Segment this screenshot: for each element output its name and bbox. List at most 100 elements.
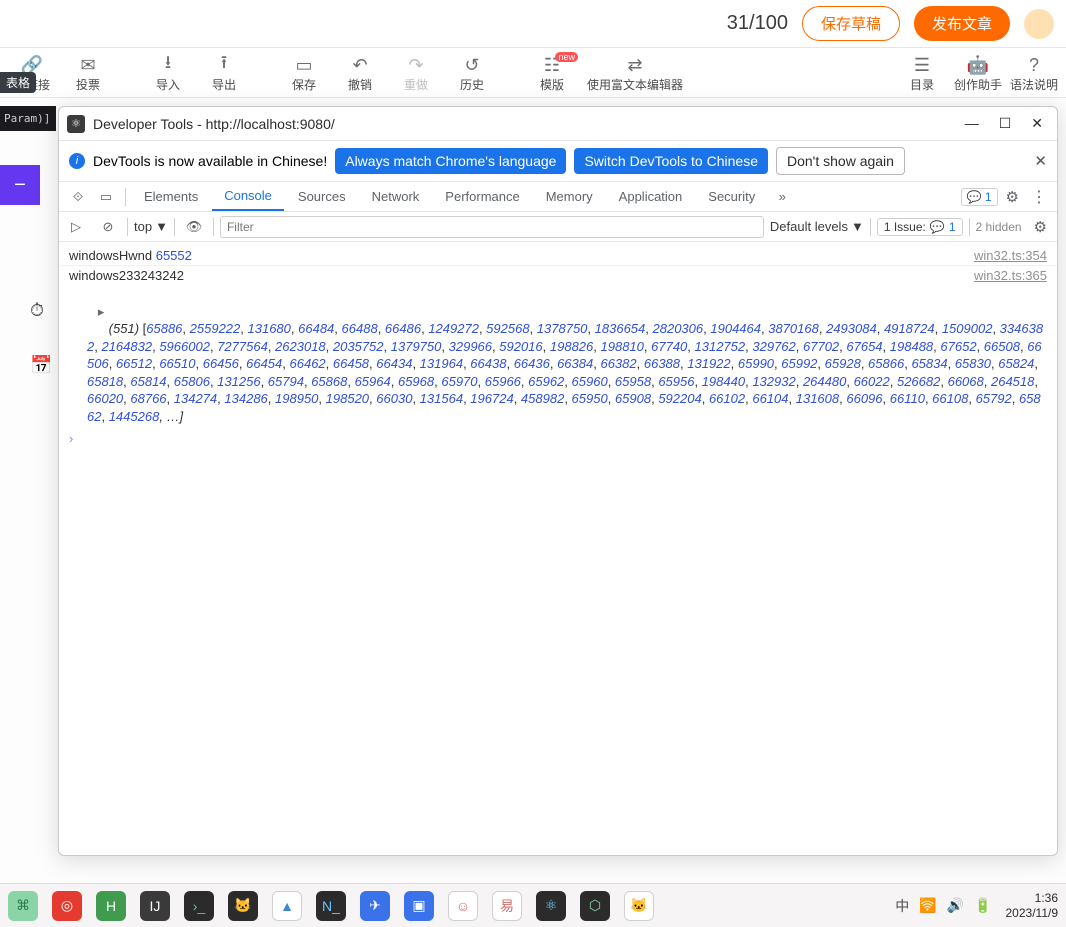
- devtools-window: ⚛ Developer Tools - http://localhost:908…: [58, 106, 1058, 856]
- device-toggle-icon[interactable]: ▭: [93, 184, 119, 210]
- settings-gear-icon[interactable]: ⚙: [1000, 188, 1025, 206]
- console-output[interactable]: windowsHwnd 65552 win32.ts:354 windows23…: [59, 242, 1057, 855]
- console-log-line[interactable]: windowsHwnd 65552 win32.ts:354: [59, 246, 1057, 266]
- window-titlebar[interactable]: ⚛ Developer Tools - http://localhost:908…: [59, 107, 1057, 141]
- system-tray[interactable]: 中 🛜 🔊 🔋: [895, 896, 991, 916]
- issues-label: 1 Issue:: [884, 220, 926, 234]
- publish-button[interactable]: 发布文章: [914, 6, 1010, 41]
- messages-badge[interactable]: 💬 1: [961, 188, 998, 206]
- live-expression-icon[interactable]: 👁: [181, 214, 207, 240]
- log-value: 65552: [156, 248, 192, 263]
- tool-syntax[interactable]: ?语法说明: [1006, 54, 1062, 93]
- battery-icon[interactable]: 🔋: [974, 897, 991, 914]
- expand-caret-icon[interactable]: ▸: [116, 303, 126, 321]
- tab-network[interactable]: Network: [360, 182, 432, 211]
- tab-security[interactable]: Security: [696, 182, 767, 211]
- clock-icon[interactable]: ⏱: [30, 300, 52, 321]
- console-sidebar-toggle-icon[interactable]: ▷: [63, 214, 89, 240]
- save-draft-button[interactable]: 保存草稿: [802, 6, 900, 41]
- save-icon: ▭: [295, 54, 312, 76]
- tool-rich-editor[interactable]: ⇄使用富文本编辑器: [580, 54, 690, 93]
- task-app[interactable]: 易: [492, 891, 522, 921]
- log-levels-selector[interactable]: Default levels ▼: [770, 219, 864, 234]
- close-button[interactable]: ✕: [1031, 115, 1043, 132]
- tool-label: 投票: [76, 76, 100, 93]
- taskbar[interactable]: ⌘ ◎ H IJ ›_ 🐱 ▲ N_ ✈ ▣ ☺ 易 ⚛ ⬡ 🐱 中 🛜 🔊 🔋…: [0, 883, 1066, 927]
- switch-to-chinese-button[interactable]: Switch DevTools to Chinese: [574, 148, 768, 174]
- tab-performance[interactable]: Performance: [433, 182, 531, 211]
- tool-vote[interactable]: ✉投票: [60, 54, 116, 93]
- tool-label: 语法说明: [1010, 76, 1058, 93]
- more-tabs-icon[interactable]: »: [769, 184, 795, 210]
- console-settings-gear-icon[interactable]: ⚙: [1028, 218, 1053, 236]
- task-app[interactable]: 🐱: [624, 891, 654, 921]
- tool-import[interactable]: ⭳导入: [140, 54, 196, 93]
- tool-label: 重做: [404, 76, 428, 93]
- always-match-language-button[interactable]: Always match Chrome's language: [335, 148, 566, 174]
- toc-icon: ☰: [914, 54, 930, 76]
- task-app[interactable]: H: [96, 891, 126, 921]
- tool-label: 目录: [910, 76, 934, 93]
- code-snippet: Param)]: [0, 106, 56, 131]
- source-link[interactable]: win32.ts:354: [964, 248, 1047, 263]
- task-app[interactable]: ▲: [272, 891, 302, 921]
- console-prompt[interactable]: ›: [59, 427, 1057, 450]
- task-app[interactable]: 🐱: [228, 891, 258, 921]
- console-filter-input[interactable]: [220, 216, 764, 238]
- more-menu-icon[interactable]: ⋮: [1027, 187, 1051, 207]
- avatar[interactable]: [1024, 9, 1054, 39]
- side-icon-column: ⏱ 📅: [30, 300, 52, 376]
- minimize-button[interactable]: —: [965, 115, 979, 132]
- swap-icon: ⇄: [627, 54, 642, 76]
- task-app[interactable]: ⚛: [536, 891, 566, 921]
- tool-label: 撤销: [348, 76, 372, 93]
- clock[interactable]: 1:36 2023/11/9: [1006, 891, 1059, 920]
- close-infobar-icon[interactable]: ✕: [1034, 152, 1047, 170]
- calendar-icon[interactable]: 📅: [30, 355, 52, 376]
- editor-topbar: 31/100 保存草稿 发布文章: [0, 0, 1066, 48]
- task-app[interactable]: ✈: [360, 891, 390, 921]
- task-app[interactable]: ›_: [184, 891, 214, 921]
- task-app[interactable]: N_: [316, 891, 346, 921]
- tool-label: 模版: [540, 76, 564, 93]
- task-app[interactable]: ☺: [448, 891, 478, 921]
- export-icon: ⭱: [221, 54, 227, 76]
- ime-indicator[interactable]: 中: [895, 896, 909, 916]
- source-link[interactable]: win32.ts:365: [964, 268, 1047, 283]
- tool-save[interactable]: ▭保存: [276, 54, 332, 93]
- dont-show-again-button[interactable]: Don't show again: [776, 147, 905, 175]
- tool-label: 保存: [292, 76, 316, 93]
- tab-console[interactable]: Console: [212, 182, 284, 211]
- task-app[interactable]: ◎: [52, 891, 82, 921]
- tool-toc[interactable]: ☰目录: [894, 54, 950, 93]
- collapse-minus-button[interactable]: −: [0, 165, 40, 205]
- inspect-element-icon[interactable]: ⟐: [65, 184, 91, 210]
- tab-sources[interactable]: Sources: [286, 182, 358, 211]
- maximize-button[interactable]: ☐: [999, 115, 1012, 132]
- tab-memory[interactable]: Memory: [534, 182, 605, 211]
- clear-console-icon[interactable]: ⊘: [95, 214, 121, 240]
- volume-icon[interactable]: 🔊: [947, 897, 964, 914]
- task-app[interactable]: ⬡: [580, 891, 610, 921]
- task-app[interactable]: ⌘: [8, 891, 38, 921]
- wifi-icon[interactable]: 🛜: [919, 897, 936, 914]
- console-array-expansion[interactable]: ▸ (551) [65886, 2559222, 131680, 66484, …: [59, 285, 1057, 427]
- tool-label: 历史: [460, 76, 484, 93]
- issues-button[interactable]: 1 Issue: 💬 1: [877, 218, 963, 236]
- task-app[interactable]: IJ: [140, 891, 170, 921]
- hidden-count[interactable]: 2 hidden: [976, 220, 1022, 234]
- table-tag[interactable]: 表格: [0, 72, 36, 93]
- tool-undo[interactable]: ↶撤销: [332, 54, 388, 93]
- tool-template[interactable]: new☷模版: [524, 54, 580, 93]
- execution-context-selector[interactable]: top ▼: [134, 219, 168, 234]
- tool-export[interactable]: ⭱导出: [196, 54, 252, 93]
- tool-redo[interactable]: ↷重做: [388, 54, 444, 93]
- tab-application[interactable]: Application: [607, 182, 695, 211]
- task-app[interactable]: ▣: [404, 891, 434, 921]
- tool-assistant[interactable]: 🤖创作助手: [950, 54, 1006, 93]
- vote-icon: ✉: [80, 54, 95, 76]
- window-title-text: Developer Tools - http://localhost:9080/: [93, 116, 335, 132]
- console-log-line[interactable]: windows233243242 win32.ts:365: [59, 266, 1057, 285]
- tab-elements[interactable]: Elements: [132, 182, 210, 211]
- tool-history[interactable]: ↺历史: [444, 54, 500, 93]
